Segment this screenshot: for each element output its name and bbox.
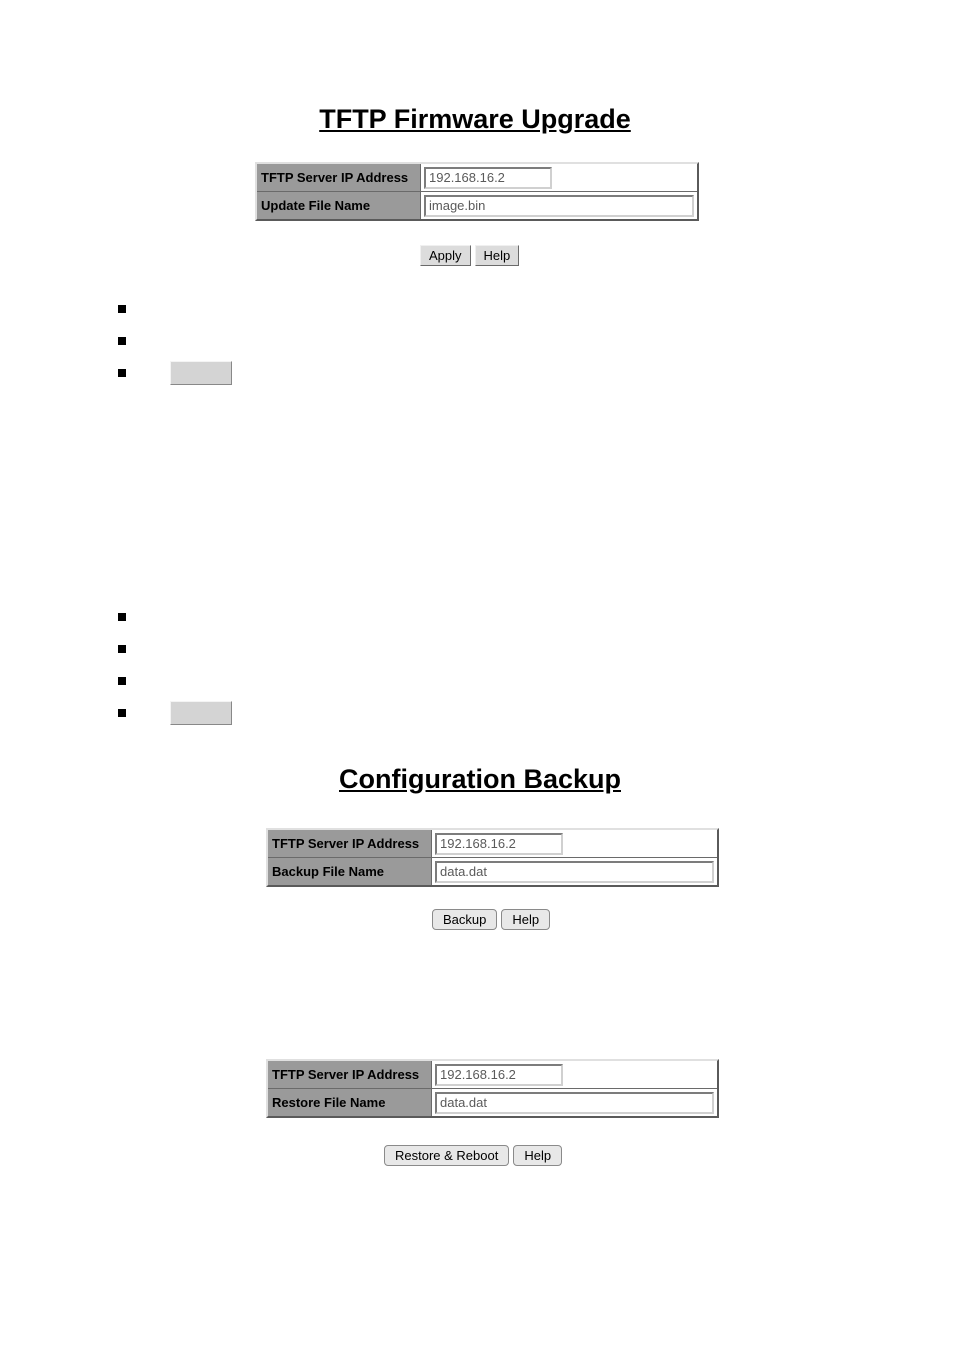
restore-file-cell xyxy=(432,1089,717,1116)
restore-form: TFTP Server IP Address Restore File Name xyxy=(266,1059,719,1118)
restore-reboot-button[interactable]: Restore & Reboot xyxy=(384,1145,509,1166)
firmware-upgrade-title: TFTP Firmware Upgrade xyxy=(255,104,695,135)
bullet-item xyxy=(118,608,236,626)
backup-file-input[interactable] xyxy=(435,861,714,883)
bullet-item xyxy=(118,672,236,690)
bullet-icon xyxy=(118,645,126,653)
inline-button-placeholder[interactable] xyxy=(170,361,232,385)
bullet-icon xyxy=(118,369,126,377)
firmware-button-bar: Apply Help xyxy=(420,245,519,266)
backup-ip-input[interactable] xyxy=(435,833,563,855)
backup-button-bar: Backup Help xyxy=(432,909,550,930)
bullet-item xyxy=(118,332,236,350)
firmware-file-label: Update File Name xyxy=(257,192,421,219)
firmware-help-button[interactable]: Help xyxy=(475,245,520,266)
firmware-file-cell xyxy=(421,192,697,219)
restore-ip-label: TFTP Server IP Address xyxy=(268,1061,432,1088)
bullet-list-1 xyxy=(118,300,236,396)
configuration-backup-title: Configuration Backup xyxy=(260,764,700,795)
backup-button[interactable]: Backup xyxy=(432,909,497,930)
backup-help-button[interactable]: Help xyxy=(501,909,550,930)
firmware-ip-label: TFTP Server IP Address xyxy=(257,164,421,191)
backup-file-label: Backup File Name xyxy=(268,858,432,885)
bullet-icon xyxy=(118,709,126,717)
restore-button-bar: Restore & Reboot Help xyxy=(384,1145,562,1166)
restore-help-button[interactable]: Help xyxy=(513,1145,562,1166)
bullet-item xyxy=(118,300,236,318)
backup-ip-cell xyxy=(432,830,717,857)
restore-file-input[interactable] xyxy=(435,1092,714,1114)
firmware-form: TFTP Server IP Address Update File Name xyxy=(255,162,699,221)
bullet-list-2 xyxy=(118,608,236,736)
firmware-ip-input[interactable] xyxy=(424,167,552,189)
backup-ip-label: TFTP Server IP Address xyxy=(268,830,432,857)
firmware-ip-cell xyxy=(421,164,697,191)
firmware-file-input[interactable] xyxy=(424,195,694,217)
bullet-icon xyxy=(118,677,126,685)
apply-button[interactable]: Apply xyxy=(420,245,471,266)
restore-ip-input[interactable] xyxy=(435,1064,563,1086)
backup-form: TFTP Server IP Address Backup File Name xyxy=(266,828,719,887)
restore-file-label: Restore File Name xyxy=(268,1089,432,1116)
backup-file-cell xyxy=(432,858,717,885)
restore-ip-cell xyxy=(432,1061,717,1088)
inline-button-placeholder[interactable] xyxy=(170,701,232,725)
bullet-item xyxy=(118,640,236,658)
bullet-item xyxy=(118,364,236,382)
bullet-icon xyxy=(118,337,126,345)
bullet-item xyxy=(118,704,236,722)
bullet-icon xyxy=(118,305,126,313)
bullet-icon xyxy=(118,613,126,621)
